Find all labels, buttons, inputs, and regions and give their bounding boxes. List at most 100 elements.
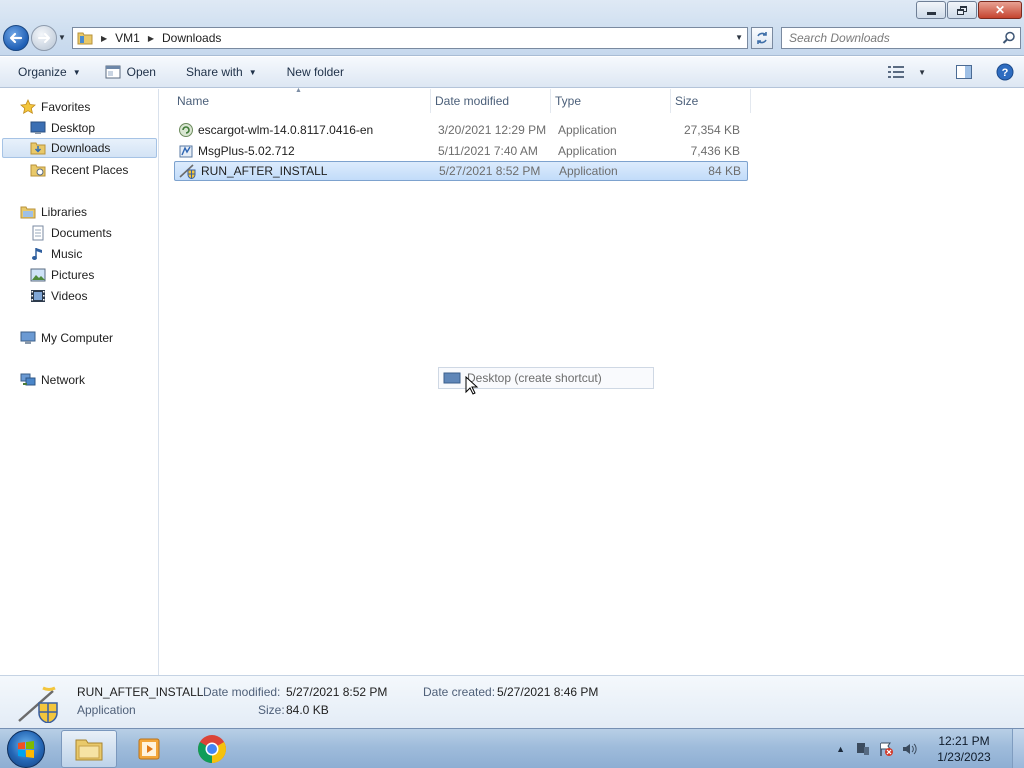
taskbar-explorer[interactable] — [61, 730, 117, 768]
clock-date: 1/23/2023 — [937, 750, 991, 764]
nav-label: Network — [41, 373, 86, 387]
star-icon — [20, 99, 36, 114]
volume-icon[interactable] — [901, 741, 917, 757]
close-button[interactable]: ✕ — [978, 1, 1022, 19]
column-header-type[interactable]: Type — [551, 89, 671, 113]
breadcrumb-downloads[interactable]: Downloads — [162, 31, 221, 45]
view-details-icon — [888, 66, 905, 78]
nav-documents[interactable]: Documents — [30, 223, 112, 243]
new-folder-button[interactable]: New folder — [279, 60, 352, 84]
refresh-button[interactable] — [751, 27, 773, 49]
recent-pages-dropdown[interactable]: ▼ — [58, 33, 68, 43]
preview-pane-button[interactable] — [952, 60, 976, 84]
open-icon — [105, 65, 121, 79]
documents-icon — [32, 225, 44, 241]
forward-arrow-icon — [38, 33, 50, 43]
chrome-icon — [198, 735, 226, 763]
file-row-selected[interactable]: RUN_AFTER_INSTALL 5/27/2021 8:52 PM Appl… — [174, 161, 748, 181]
nav-label: Downloads — [51, 141, 111, 155]
nav-label: Libraries — [41, 205, 88, 219]
recent-places-icon — [30, 164, 46, 177]
open-label: Open — [126, 65, 156, 79]
nav-videos[interactable]: Videos — [30, 286, 87, 306]
nav-libraries[interactable]: Libraries — [20, 202, 87, 222]
details-size-label: Size: — [258, 703, 285, 717]
breadcrumb-separator-icon[interactable]: ▶ — [148, 34, 154, 43]
restore-icon — [956, 5, 968, 15]
chevron-down-icon: ▼ — [248, 67, 257, 77]
show-hidden-icons-button[interactable]: ▲ — [836, 744, 845, 754]
clock-time: 12:21 PM — [938, 734, 990, 748]
shield-app-icon — [18, 686, 58, 723]
address-bar[interactable]: ▶ VM1 ▶ Downloads ▼ — [72, 27, 748, 49]
taskbar-media-player[interactable] — [122, 730, 178, 768]
clock[interactable]: 12:21 PM 1/23/2023 — [924, 733, 1004, 765]
share-with-button[interactable]: Share with ▼ — [178, 60, 265, 84]
details-file-kind: Application — [77, 703, 136, 717]
taskbar: ▲ 12:21 PM 1/23/2023 — [0, 728, 1024, 768]
breadcrumb-vm1[interactable]: VM1 — [115, 31, 140, 45]
desktop-icon — [443, 372, 461, 384]
start-button[interactable] — [7, 730, 45, 768]
column-header-size[interactable]: Size — [671, 89, 751, 113]
escargot-installer-icon — [179, 123, 193, 137]
file-row[interactable]: MsgPlus-5.02.712 5/11/2021 7:40 AM Appli… — [174, 141, 748, 161]
file-row[interactable]: escargot-wlm-14.0.8117.0416-en 3/20/2021… — [174, 120, 748, 140]
show-desktop-button[interactable] — [1012, 729, 1024, 768]
windows-logo-icon — [18, 741, 34, 758]
search-icon[interactable] — [1002, 31, 1016, 45]
forward-button[interactable] — [31, 25, 57, 51]
svg-text:?: ? — [1002, 67, 1009, 79]
breadcrumb-separator-icon[interactable]: ▶ — [101, 34, 107, 43]
address-dropdown-icon[interactable]: ▼ — [735, 33, 743, 42]
minimize-button[interactable] — [916, 1, 946, 19]
help-icon: ? — [996, 63, 1014, 81]
details-pane: RUN_AFTER_INSTALL Application Date modif… — [0, 675, 1024, 728]
chevron-down-icon[interactable]: ▼ — [918, 68, 926, 77]
title-bar: ✕ ▼ ▶ VM1 ▶ Downloads ▼ — [0, 0, 1024, 56]
help-button[interactable]: ? — [992, 60, 1018, 84]
column-label: Size — [675, 94, 699, 108]
change-view-button[interactable]: ▼ — [884, 60, 930, 84]
maximize-button[interactable] — [947, 1, 977, 19]
nav-label: My Computer — [41, 331, 114, 345]
nav-recent-places[interactable]: Recent Places — [30, 160, 128, 180]
nav-label: Music — [51, 247, 83, 261]
shield-app-icon — [179, 164, 196, 179]
file-size: 27,354 KB — [683, 123, 740, 137]
file-type: Application — [559, 164, 618, 178]
new-folder-label: New folder — [286, 65, 344, 79]
search-box[interactable] — [781, 27, 1021, 49]
file-name: escargot-wlm-14.0.8117.0416-en — [198, 123, 374, 137]
refresh-icon — [757, 32, 767, 44]
open-button[interactable]: Open — [97, 60, 164, 84]
search-input[interactable] — [782, 31, 992, 45]
nav-label: Documents — [51, 226, 112, 240]
network-icon — [20, 373, 36, 386]
organize-button[interactable]: Organize ▼ — [10, 60, 89, 84]
media-player-icon — [138, 738, 160, 760]
taskbar-chrome[interactable] — [184, 730, 240, 768]
file-size: 7,436 KB — [690, 144, 740, 158]
back-button[interactable] — [3, 25, 29, 51]
nav-downloads[interactable]: Downloads — [2, 138, 157, 158]
nav-pictures[interactable]: Pictures — [30, 265, 94, 285]
minimize-icon — [926, 11, 936, 15]
command-bar: Organize ▼ Open Share with ▼ New folder ▼ … — [0, 57, 1024, 88]
column-header-name[interactable]: Name ▲ — [173, 87, 431, 113]
device-icon[interactable] — [855, 741, 871, 757]
navigation-pane: Favorites Desktop Downloads Recent Place… — [0, 89, 159, 675]
column-header-date-modified[interactable]: Date modified — [431, 89, 551, 113]
nav-network[interactable]: Network — [20, 370, 85, 390]
back-arrow-icon — [9, 32, 23, 44]
system-tray: ▲ 12:21 PM 1/23/2023 — [836, 729, 1024, 768]
action-center-icon[interactable] — [878, 741, 894, 757]
nav-favorites[interactable]: Favorites — [20, 97, 90, 117]
details-date-created: 5/27/2021 8:46 PM — [497, 685, 599, 699]
nav-desktop[interactable]: Desktop — [30, 118, 95, 138]
nav-music[interactable]: Music — [30, 244, 82, 264]
file-type: Application — [558, 144, 617, 158]
nav-my-computer[interactable]: My Computer — [20, 328, 113, 348]
file-date: 5/27/2021 8:52 PM — [439, 164, 541, 178]
organize-label: Organize — [18, 65, 67, 79]
